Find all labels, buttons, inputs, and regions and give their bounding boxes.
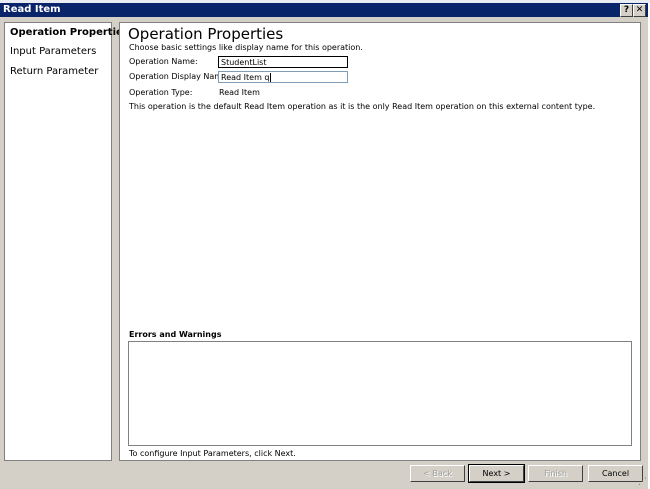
title-bar[interactable]: Read Item ? ✕ bbox=[0, 3, 648, 17]
operation-type-value: Read Item bbox=[219, 88, 260, 97]
operation-name-value: StudentList bbox=[221, 58, 267, 67]
display-name-value: Read Item q bbox=[221, 73, 270, 82]
operation-name-field[interactable]: StudentList bbox=[218, 56, 348, 68]
help-button[interactable]: ? bbox=[620, 4, 633, 17]
page-title: Operation Properties bbox=[128, 25, 284, 43]
content-panel: Operation Properties Choose basic settin… bbox=[119, 22, 641, 461]
wizard-nav-panel: Operation Properties Input Parameters Re… bbox=[4, 22, 129, 461]
errors-list[interactable] bbox=[128, 341, 632, 446]
resize-grip-icon[interactable]: ⋰ bbox=[638, 477, 647, 487]
text-caret bbox=[270, 73, 272, 82]
page-subtitle: Choose basic settings like display name … bbox=[129, 43, 363, 52]
nav-item-input-parameters[interactable]: Input Parameters bbox=[10, 46, 96, 57]
display-name-field[interactable]: Read Item q bbox=[218, 71, 348, 83]
close-button[interactable]: ✕ bbox=[633, 4, 646, 17]
finish-button[interactable]: Finish bbox=[528, 465, 583, 482]
back-button[interactable]: < Back bbox=[410, 465, 465, 482]
operation-name-label: Operation Name: bbox=[129, 57, 198, 66]
window-title: Read Item bbox=[3, 4, 61, 15]
next-button[interactable]: Next > bbox=[468, 464, 525, 483]
operation-description: This operation is the default Read Item … bbox=[129, 102, 596, 111]
errors-heading: Errors and Warnings bbox=[129, 330, 222, 339]
display-name-label: Operation Display Name: bbox=[129, 72, 230, 81]
cancel-button[interactable]: Cancel bbox=[588, 465, 643, 482]
nav-item-operation-properties[interactable]: Operation Properties bbox=[10, 27, 129, 38]
footer-hint: To configure Input Parameters, click Nex… bbox=[129, 449, 296, 458]
operation-type-label: Operation Type: bbox=[129, 88, 193, 97]
nav-item-return-parameter[interactable]: Return Parameter bbox=[10, 66, 98, 77]
